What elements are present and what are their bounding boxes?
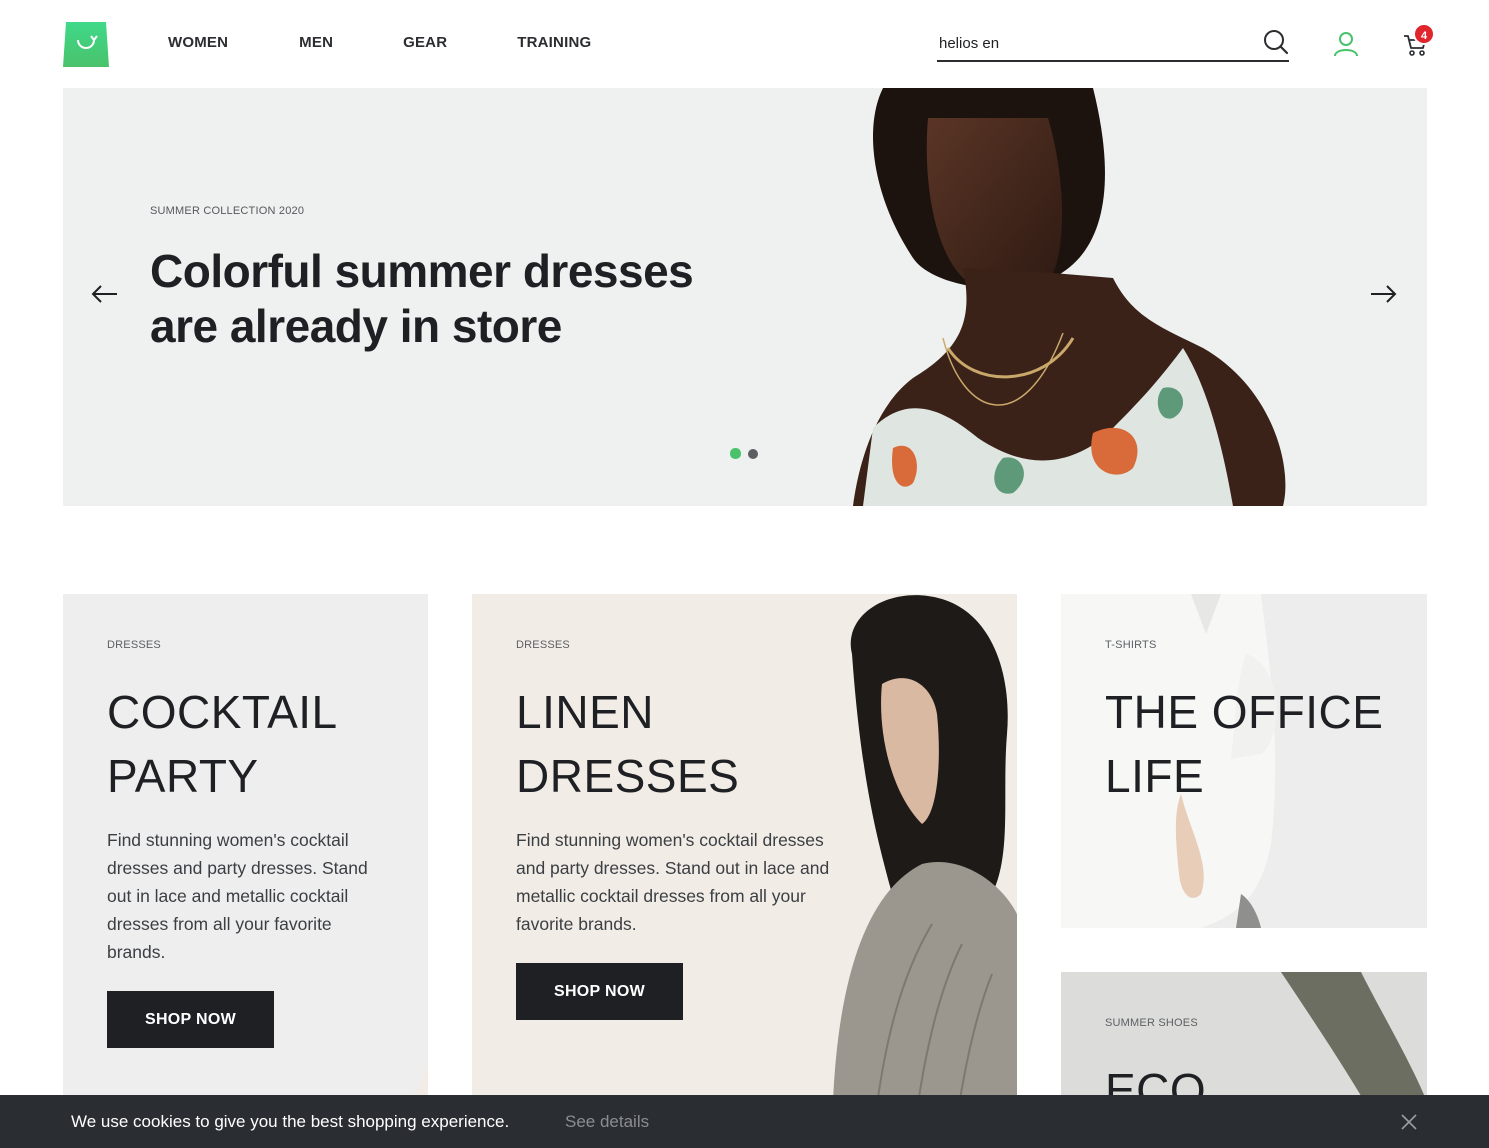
shopping-bag-logo-icon[interactable]: [63, 22, 109, 67]
slider-dot-1[interactable]: [730, 448, 741, 459]
card-eyebrow: SUMMER SHOES: [1105, 1017, 1198, 1029]
card-title-line-1: LINEN: [516, 686, 654, 738]
search-icon[interactable]: [1263, 29, 1289, 55]
card-description: Find stunning women's cocktail dresses a…: [516, 830, 830, 934]
cookie-message: We use cookies to give you the best shop…: [71, 1112, 510, 1131]
cart-count-badge: 4: [1413, 23, 1435, 45]
category-card-cocktail-party[interactable]: DRESSES COCKTAIL PARTY Find stunning wom…: [63, 594, 428, 1148]
slider-dots: [730, 448, 765, 459]
hero-eyebrow: SUMMER COLLECTION 2020: [150, 205, 305, 217]
site-header: WOMEN MEN GEAR TRAINING 4: [0, 0, 1489, 88]
card-title: THE OFFICE LIFE: [1105, 680, 1383, 808]
card-title-line-2: DRESSES: [516, 750, 740, 802]
close-icon[interactable]: [1400, 1113, 1418, 1131]
nav-women[interactable]: WOMEN: [168, 34, 228, 51]
hero-title-line-1: Colorful summer dresses: [150, 245, 694, 297]
card-title-line-1: THE OFFICE: [1105, 686, 1384, 738]
card-title-line-2: PARTY: [107, 750, 259, 802]
card-eyebrow: T-SHIRTS: [1105, 639, 1157, 651]
category-card-office-life[interactable]: T-SHIRTS THE OFFICE LIFE: [1061, 594, 1427, 928]
card-title: LINEN DRESSES: [516, 680, 739, 808]
shop-now-button[interactable]: SHOP NOW: [516, 963, 683, 1020]
search-box: [937, 27, 1289, 62]
card-title-line-2: LIFE: [1105, 750, 1205, 802]
user-account-icon[interactable]: [1333, 31, 1359, 57]
nav-men[interactable]: MEN: [299, 34, 333, 51]
slider-dot-2[interactable]: [748, 448, 758, 459]
shop-now-button[interactable]: SHOP NOW: [107, 991, 274, 1048]
hero-model-image: [763, 88, 1427, 506]
category-card-linen-dresses[interactable]: DRESSES LINEN DRESSES Find stunning wome…: [472, 594, 1017, 1148]
card-title: COCKTAIL PARTY: [107, 680, 338, 808]
arrow-left-icon[interactable]: [91, 284, 119, 304]
cookie-details-link[interactable]: See details: [565, 1112, 649, 1132]
card-description: Find stunning women's cocktail dresses a…: [107, 830, 368, 962]
main-nav: WOMEN MEN GEAR TRAINING: [168, 34, 591, 51]
arrow-right-icon[interactable]: [1369, 284, 1397, 304]
hero-title: Colorful summer dresses are already in s…: [150, 244, 750, 354]
nav-training[interactable]: TRAINING: [517, 34, 591, 51]
card-eyebrow: DRESSES: [107, 639, 161, 651]
cookie-banner: We use cookies to give you the best shop…: [0, 1095, 1489, 1148]
card-eyebrow: DRESSES: [516, 639, 570, 651]
hero-title-line-2: are already in store: [150, 300, 562, 352]
card-title-line-1: COCKTAIL: [107, 686, 338, 738]
search-input[interactable]: [939, 33, 1239, 53]
hero-slider: SUMMER COLLECTION 2020 Colorful summer d…: [63, 88, 1427, 506]
nav-gear[interactable]: GEAR: [403, 34, 447, 51]
card-model-image: [812, 594, 1017, 1148]
